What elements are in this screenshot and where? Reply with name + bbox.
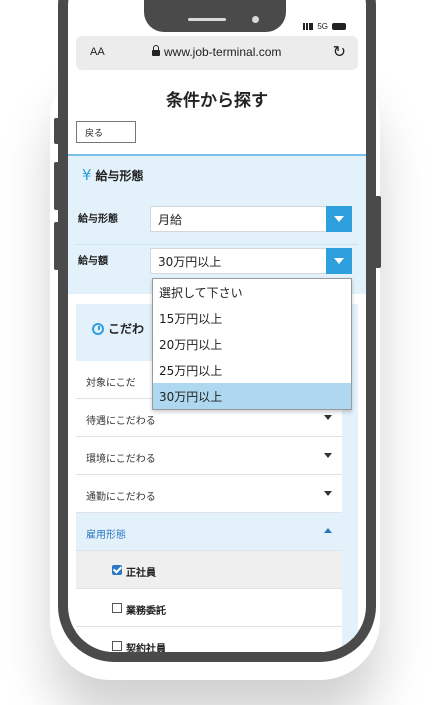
checkbox-unchecked-icon[interactable] <box>112 603 122 613</box>
salary-type-label: 給与形態 <box>78 214 118 225</box>
condition-row-label: 対象にこだ <box>86 378 136 389</box>
salary-panel: ¥ 給与形態 給与形態 月給 給与額 30万円以上 <box>68 154 366 294</box>
condition-row-environment[interactable]: 環境にこだわる <box>76 437 342 475</box>
conditions-heading-text: こだわ <box>108 322 145 336</box>
address-bar[interactable]: AA www.job-terminal.com ↻ <box>76 36 358 70</box>
signal-icon <box>303 23 314 30</box>
checkbox-unchecked-icon[interactable] <box>112 641 122 651</box>
reload-icon[interactable]: ↻ <box>333 42 346 62</box>
back-button[interactable]: 戻る <box>76 121 136 143</box>
dropdown-option[interactable]: 20万円以上 <box>153 331 351 357</box>
phone-notch <box>144 0 286 32</box>
battery-icon <box>332 23 346 30</box>
conditions-heading: こだわ <box>92 320 144 337</box>
network-label: 5G <box>317 22 328 31</box>
front-camera <box>252 16 259 23</box>
chevron-down-icon <box>324 491 332 496</box>
condition-row-label: 雇用形態 <box>86 530 126 541</box>
salary-heading: ¥ 給与形態 <box>82 166 144 184</box>
salary-type-select[interactable]: 月給 <box>150 206 352 232</box>
yen-icon: ¥ <box>82 166 92 184</box>
dropdown-option[interactable]: 15万円以上 <box>153 305 351 331</box>
salary-amount-label: 給与額 <box>78 256 108 267</box>
clock-icon <box>92 322 104 335</box>
employment-option-contractor[interactable]: 業務委託 <box>76 589 342 627</box>
salary-amount-dropdown[interactable]: 選択して下さい 15万円以上 20万円以上 25万円以上 30万円以上 <box>152 278 352 410</box>
phone-screen: 5G AA www.job-terminal.com ↻ 条件から探す 戻る ¥… <box>68 0 366 652</box>
salary-type-value: 月給 <box>158 212 183 227</box>
salary-amount-value: 30万円以上 <box>158 254 222 269</box>
condition-row-label: 通勤にこだわる <box>86 492 156 503</box>
status-bar: 5G <box>303 22 346 31</box>
employment-option-fulltime[interactable]: 正社員 <box>76 551 342 589</box>
salary-heading-text: 給与形態 <box>95 168 144 183</box>
url-display[interactable]: www.job-terminal.com <box>152 45 281 59</box>
employment-option-label: 契約社員 <box>126 644 166 652</box>
employment-option-label: 正社員 <box>126 568 156 579</box>
lock-icon <box>152 45 160 56</box>
speaker-grille <box>188 18 226 21</box>
dropdown-option[interactable]: 25万円以上 <box>153 357 351 383</box>
condition-row-employment-type[interactable]: 雇用形態 <box>76 513 342 551</box>
condition-row-label: 待遇にこだわる <box>86 416 156 427</box>
condition-row-commute[interactable]: 通勤にこだわる <box>76 475 342 513</box>
salary-amount-select[interactable]: 30万円以上 <box>150 248 352 274</box>
page-title: 条件から探す <box>166 91 268 111</box>
employment-option-contract-employee[interactable]: 契約社員 <box>76 627 342 652</box>
employment-option-label: 業務委託 <box>126 606 166 617</box>
chevron-down-icon <box>326 206 352 232</box>
condition-row-label: 環境にこだわる <box>86 454 156 465</box>
dropdown-option-selected[interactable]: 30万円以上 <box>153 383 351 409</box>
chevron-down-icon <box>324 453 332 458</box>
salary-divider <box>76 244 358 245</box>
checkbox-checked-icon[interactable] <box>112 565 122 575</box>
chevron-up-icon <box>324 528 332 533</box>
chevron-down-icon <box>324 415 332 420</box>
chevron-down-icon <box>326 248 352 274</box>
dropdown-option[interactable]: 選択して下さい <box>153 279 351 305</box>
reader-settings-button[interactable]: AA <box>90 46 105 58</box>
url-text: www.job-terminal.com <box>164 45 282 59</box>
